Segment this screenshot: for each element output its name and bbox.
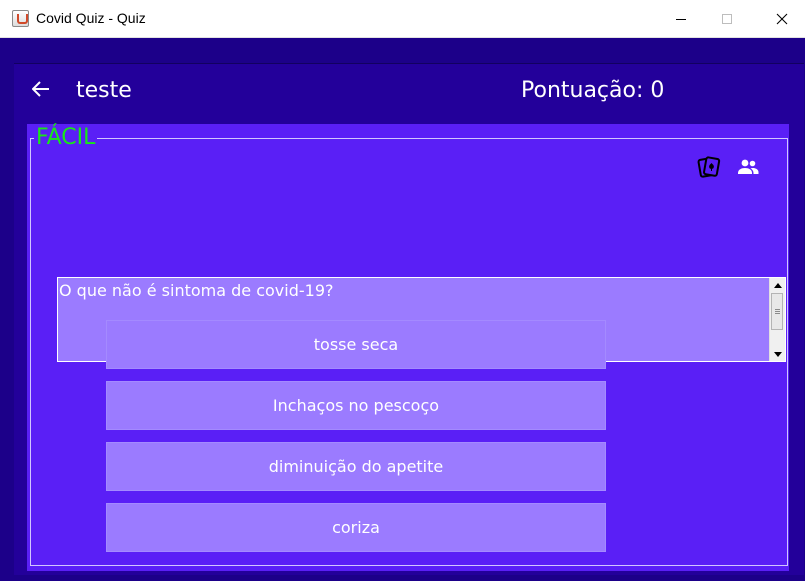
quiz-content: teste Pontuação: 0 FÁCIL O que não é sin… <box>14 63 804 575</box>
triangle-down-icon <box>773 351 782 357</box>
answer-button-4[interactable]: coriza <box>106 503 606 552</box>
username-label: teste <box>76 78 132 103</box>
window-frame <box>0 38 805 63</box>
difficulty-label: FÁCIL <box>34 125 98 151</box>
java-cup-icon <box>12 10 29 27</box>
close-icon <box>776 13 788 25</box>
minimize-icon <box>676 19 686 20</box>
score-label: Pontuação: 0 <box>521 78 665 103</box>
answer-button-2[interactable]: Inchaços no pescoço <box>106 381 606 430</box>
back-button[interactable] <box>30 79 52 99</box>
cards-button[interactable] <box>696 154 722 180</box>
answer-button-3[interactable]: diminuição do apetite <box>106 442 606 491</box>
window-title: Covid Quiz - Quiz <box>36 10 146 26</box>
window-titlebar: Covid Quiz - Quiz <box>0 0 805 38</box>
minimize-button[interactable] <box>658 0 704 38</box>
group-button[interactable] <box>735 154 761 180</box>
group-icon <box>738 159 759 174</box>
scroll-up-button[interactable] <box>770 278 785 292</box>
maximize-icon <box>722 14 732 24</box>
question-scrollbar[interactable] <box>769 278 785 361</box>
quiz-panel: FÁCIL O que não é sintoma de covid-19? t… <box>27 124 789 571</box>
answer-button-1[interactable]: tosse seca <box>106 320 606 369</box>
cards-icon <box>697 156 721 178</box>
close-button[interactable] <box>759 0 805 38</box>
maximize-button[interactable] <box>704 0 750 38</box>
triangle-up-icon <box>773 282 782 288</box>
scroll-thumb[interactable] <box>771 293 783 330</box>
scroll-down-button[interactable] <box>770 347 785 361</box>
arrow-left-icon <box>32 81 49 97</box>
question-text: O que não é sintoma de covid-19? <box>59 281 334 300</box>
